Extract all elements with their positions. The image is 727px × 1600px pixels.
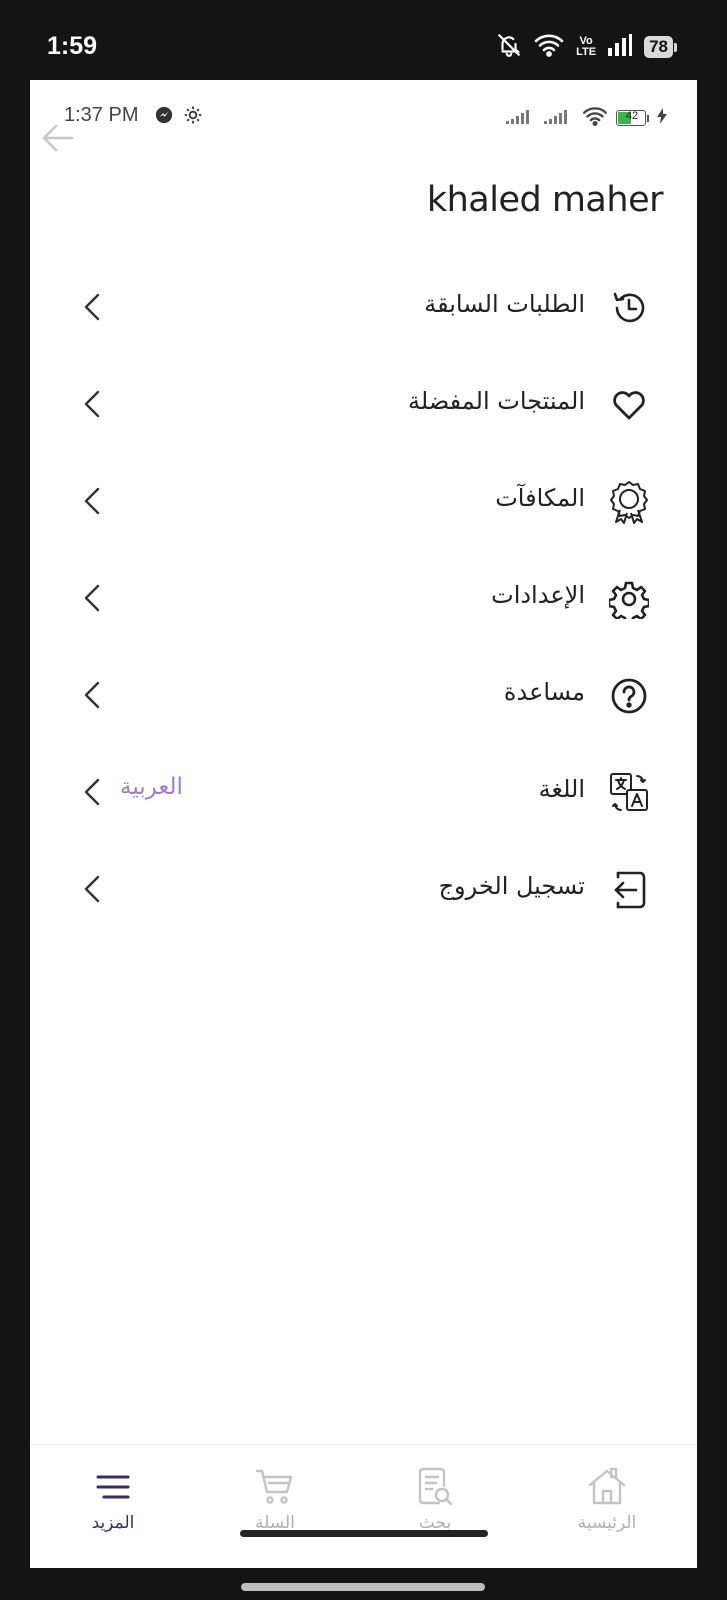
profile-menu: الطلبات السابقة المنتجات المفضلة المكافآ… (30, 258, 697, 937)
messenger-icon (155, 106, 173, 128)
chevron-left-icon (80, 873, 106, 905)
nav-cart[interactable]: السلة (220, 1465, 330, 1533)
menu-item-language[interactable]: اللغة العربية (30, 743, 697, 840)
user-name: khaled maher (426, 180, 664, 220)
signal-icon-1 (506, 108, 536, 128)
reward-badge-icon (609, 481, 649, 524)
menu-label: مساعدة (503, 678, 585, 706)
home-icon (552, 1465, 662, 1509)
outer-status-bar: 1:59 Vo LTE 78 (0, 0, 727, 80)
inner-notification-icons (155, 105, 203, 129)
back-button[interactable] (38, 118, 78, 158)
inner-battery-level: 42 (625, 110, 639, 122)
bell-muted-icon (496, 32, 522, 62)
history-icon (609, 288, 649, 328)
inner-home-indicator (240, 1530, 488, 1537)
bottom-navigation: المزيد السلة بحث الرئيسية (30, 1444, 697, 1568)
menu-label: المنتجات المفضلة (408, 387, 585, 415)
menu-item-rewards[interactable]: المكافآت (30, 452, 697, 549)
current-language-value: العربية (120, 774, 183, 800)
app-screen: 1:37 PM 42 khaled maher الطلبات السابقة … (30, 80, 697, 1568)
outer-clock: 1:59 (47, 32, 98, 60)
nav-label: الرئيسية (577, 1513, 637, 1533)
outer-home-indicator[interactable] (241, 1583, 485, 1591)
signal-icon-2 (544, 108, 574, 128)
menu-item-help[interactable]: مساعدة (30, 646, 697, 743)
translate-icon (609, 773, 649, 813)
menu-label: اللغة (538, 775, 585, 803)
outer-status-icons: Vo LTE 78 (496, 32, 677, 62)
battery-level: 78 (644, 36, 673, 58)
battery-indicator: 78 (644, 36, 677, 58)
nav-label: المزيد (91, 1513, 135, 1533)
chevron-left-icon (80, 388, 106, 420)
nav-home[interactable]: الرئيسية (552, 1465, 662, 1533)
menu-label: تسجيل الخروج (438, 872, 585, 900)
logout-icon (609, 870, 649, 910)
menu-item-previous-orders[interactable]: الطلبات السابقة (30, 258, 697, 355)
nav-more[interactable]: المزيد (58, 1465, 168, 1533)
inner-status-bar: 1:37 PM 42 (30, 80, 697, 140)
charging-bolt-icon (657, 108, 667, 128)
chevron-left-icon (80, 485, 106, 517)
menu-icon (58, 1465, 168, 1509)
chevron-left-icon (80, 776, 106, 808)
menu-label: الطلبات السابقة (424, 290, 585, 318)
battery-tip (674, 42, 677, 52)
chevron-left-icon (80, 679, 106, 711)
menu-item-logout[interactable]: تسجيل الخروج (30, 840, 697, 937)
inner-system-icons: 42 (506, 106, 667, 130)
signal-icon (608, 34, 633, 60)
settings-gear-small-icon (183, 105, 203, 129)
menu-item-favorites[interactable]: المنتجات المفضلة (30, 355, 697, 452)
chevron-left-icon (80, 291, 106, 323)
wifi-icon (534, 33, 564, 61)
cart-icon (220, 1465, 330, 1509)
wifi-small-icon (582, 106, 608, 130)
gear-icon (609, 579, 649, 619)
volte-indicator: Vo LTE (576, 35, 597, 58)
menu-label: الإعدادات (491, 581, 585, 609)
search-doc-icon (380, 1465, 490, 1509)
help-icon (609, 676, 649, 716)
inner-battery: 42 (616, 110, 649, 126)
chevron-left-icon (80, 582, 106, 614)
menu-item-settings[interactable]: الإعدادات (30, 549, 697, 646)
nav-search[interactable]: بحث (380, 1465, 490, 1533)
menu-label: المكافآت (495, 484, 585, 512)
heart-icon (609, 385, 649, 425)
